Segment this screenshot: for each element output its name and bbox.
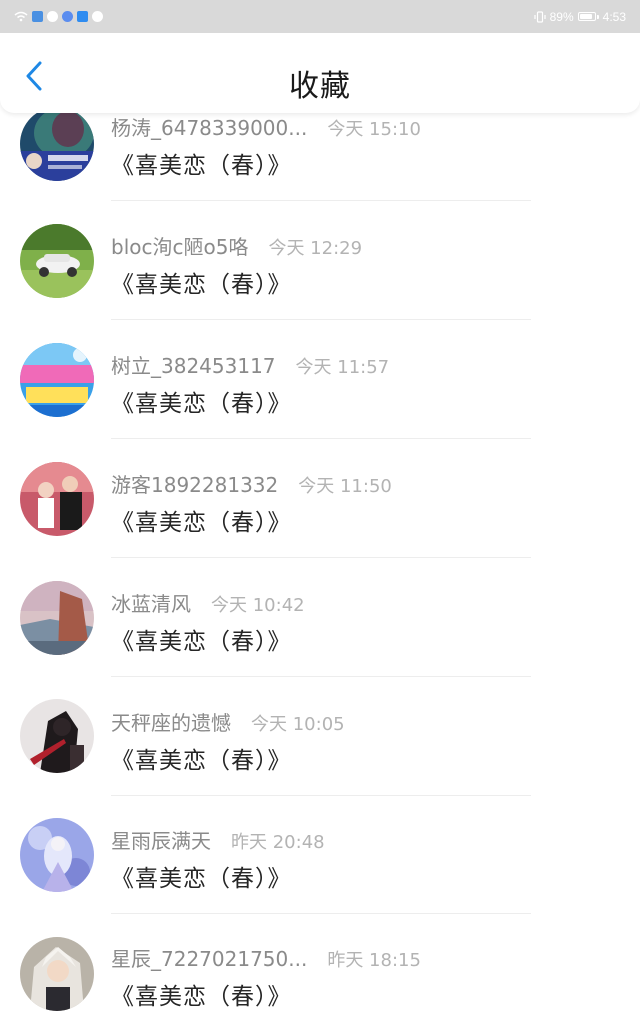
item-title[interactable]: 《喜美恋（春）》 (111, 741, 292, 775)
avatar[interactable] (20, 581, 94, 655)
vibrate-icon (534, 10, 546, 23)
timestamp: 今天 10:42 (211, 595, 305, 616)
avatar[interactable] (20, 818, 94, 892)
page-title: 收藏 (289, 69, 351, 104)
avatar[interactable] (20, 107, 94, 181)
item-title[interactable]: 《喜美恋（春）》 (111, 977, 292, 1011)
divider (111, 557, 531, 558)
timestamp: 今天 10:05 (251, 714, 345, 735)
avatar[interactable] (20, 343, 94, 417)
username: 星雨辰满天 (111, 829, 211, 853)
timestamp: 今天 15:10 (327, 119, 421, 140)
timestamp: 昨天 18:15 (327, 950, 421, 971)
cloud-app-icon (32, 11, 43, 22)
wifi-icon (14, 11, 28, 22)
list-item[interactable]: 天秤座的遗憾 今天 10:05 《喜美恋（春）》 (0, 698, 640, 816)
item-title[interactable]: 《喜美恋（春）》 (111, 859, 292, 893)
status-bar: 89% 4:53 (0, 0, 640, 33)
divider (111, 913, 531, 914)
divider (111, 200, 531, 201)
battery-icon (577, 12, 596, 21)
timestamp: 今天 11:57 (295, 357, 390, 378)
list-item[interactable]: 树立_382453117 今天 11:57 《喜美恋（春）》 (0, 341, 640, 459)
list-item[interactable]: 游客1892281332 今天 11:50 《喜美恋（春）》 (0, 460, 640, 578)
search-app-icon (77, 11, 88, 22)
avatar[interactable] (20, 699, 94, 773)
clock: 4:53 (602, 9, 626, 24)
username: 天秤座的遗憾 (111, 711, 231, 735)
username: 杨涛_6478339000... (111, 116, 308, 140)
meta-line: 星雨辰满天 昨天 20:48 (111, 825, 325, 853)
list-item[interactable]: 星辰_7227021750... 昨天 18:15 《喜美恋（春）》 (0, 935, 640, 1024)
meta-line: 杨涛_6478339000... 今天 15:10 (111, 112, 421, 140)
avatar[interactable] (20, 462, 94, 536)
music-app-icon (62, 11, 73, 22)
item-title[interactable]: 《喜美恋（春）》 (111, 146, 292, 180)
meta-line: bloc洵c陋o5咯 今天 12:29 (111, 231, 363, 259)
list-item[interactable]: 冰蓝清风 今天 10:42 《喜美恋（春）》 (0, 579, 640, 697)
username: 树立_382453117 (111, 354, 276, 378)
browser-app-icon (92, 11, 103, 22)
status-icons-right: 89% 4:53 (534, 10, 626, 24)
item-title[interactable]: 《喜美恋（春）》 (111, 265, 292, 299)
favorites-list: 杨涛_6478339000... 今天 15:10 《喜美恋（春）》 bloc洵… (0, 0, 640, 1024)
battery-tip (596, 14, 599, 19)
meta-line: 冰蓝清风 今天 10:42 (111, 588, 305, 616)
avatar[interactable] (20, 937, 94, 1011)
username: 星辰_7227021750... (111, 947, 308, 971)
list-item[interactable]: 杨涛_6478339000... 今天 15:10 《喜美恋（春）》 (0, 104, 640, 222)
meta-line: 树立_382453117 今天 11:57 (111, 350, 390, 378)
username: bloc洵c陋o5咯 (111, 235, 249, 259)
timestamp: 昨天 20:48 (231, 832, 325, 853)
chat-app-icon (47, 11, 58, 22)
username: 冰蓝清风 (111, 592, 191, 616)
meta-line: 游客1892281332 今天 11:50 (111, 469, 392, 497)
item-title[interactable]: 《喜美恋（春）》 (111, 622, 292, 656)
divider (111, 676, 531, 677)
avatar[interactable] (20, 224, 94, 298)
battery-percent: 89% (549, 9, 574, 24)
status-icons-left (14, 11, 103, 22)
divider (111, 319, 531, 320)
nav-header: 收藏 (0, 33, 640, 113)
timestamp: 今天 11:50 (298, 476, 392, 497)
list-item[interactable]: bloc洵c陋o5咯 今天 12:29 《喜美恋（春）》 (0, 222, 640, 340)
battery-level (579, 14, 592, 19)
timestamp: 今天 12:29 (268, 238, 363, 259)
meta-line: 天秤座的遗憾 今天 10:05 (111, 707, 345, 735)
item-title[interactable]: 《喜美恋（春）》 (111, 503, 292, 537)
username: 游客1892281332 (111, 473, 279, 497)
divider (111, 795, 531, 796)
app-root: 杨涛_6478339000... 今天 15:10 《喜美恋（春）》 bloc洵… (0, 0, 640, 1024)
list-item[interactable]: 星雨辰满天 昨天 20:48 《喜美恋（春）》 (0, 817, 640, 935)
meta-line: 星辰_7227021750... 昨天 18:15 (111, 943, 421, 971)
item-title[interactable]: 《喜美恋（春）》 (111, 384, 292, 418)
divider (111, 438, 531, 439)
